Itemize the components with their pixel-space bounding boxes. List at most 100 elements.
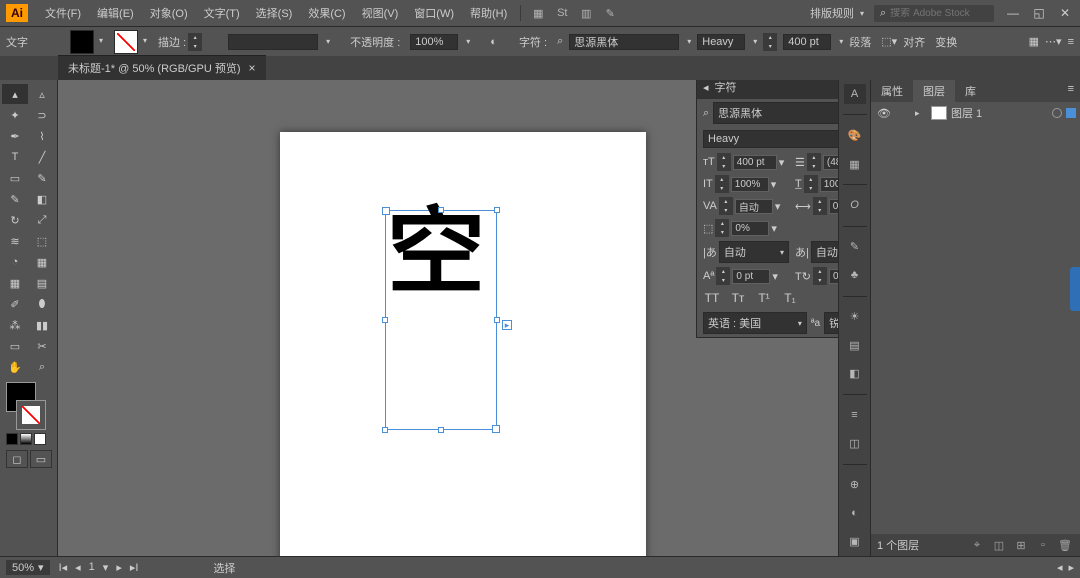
- line-tool[interactable]: ╱: [29, 147, 55, 167]
- new-layer-icon[interactable]: ▫: [1034, 539, 1052, 551]
- align-icon[interactable]: ⬚▾: [881, 35, 897, 48]
- column-graph-tool[interactable]: ▮▮: [29, 315, 55, 335]
- menu-file[interactable]: 文件(F): [38, 3, 88, 23]
- stroke-panel-icon[interactable]: ☀: [844, 306, 866, 326]
- tsume-input[interactable]: [731, 221, 769, 236]
- magic-wand-tool[interactable]: ✦: [2, 105, 28, 125]
- menu-select[interactable]: 选择(S): [249, 3, 300, 23]
- panel-menu-icon[interactable]: ≡: [1062, 80, 1080, 102]
- tab-close-icon[interactable]: ×: [249, 61, 256, 75]
- minimize-button[interactable]: —: [1004, 6, 1022, 20]
- font-weight-select[interactable]: Heavy▾: [703, 130, 838, 148]
- maximize-button[interactable]: ◱: [1030, 6, 1048, 20]
- tracking-input[interactable]: [829, 199, 838, 214]
- font-size-input[interactable]: [783, 34, 831, 50]
- slice-tool[interactable]: ✂: [29, 336, 55, 356]
- selection-tool[interactable]: ▴: [2, 84, 28, 104]
- align-panel-icon[interactable]: ≡: [844, 405, 866, 425]
- paintbrush-tool[interactable]: ✎: [29, 168, 55, 188]
- superscript-icon[interactable]: T¹: [755, 291, 773, 305]
- fill-swatch[interactable]: [70, 30, 94, 54]
- gpu-icon[interactable]: ✎: [601, 4, 619, 22]
- scroll-left-icon[interactable]: ◂: [1057, 561, 1063, 574]
- kerning-input[interactable]: [735, 199, 773, 214]
- panel-collapse-icon[interactable]: ◂: [703, 81, 709, 94]
- allcaps-icon[interactable]: TT: [703, 291, 721, 305]
- workspace-switcher[interactable]: 排版规则 ▾: [802, 3, 872, 23]
- hscale-input[interactable]: [820, 177, 838, 192]
- baseline-input[interactable]: [732, 269, 770, 284]
- color-mode[interactable]: [6, 433, 18, 445]
- new-sublayer-icon[interactable]: ⊞: [1012, 539, 1030, 552]
- stroke-swatch[interactable]: [114, 30, 138, 54]
- glyphs-panel-icon[interactable]: O: [844, 195, 866, 215]
- type-panel-icon[interactable]: A: [844, 84, 866, 104]
- target-icon[interactable]: [1052, 108, 1062, 118]
- gradient-mode[interactable]: [20, 433, 32, 445]
- arrange-icon[interactable]: ▥: [577, 4, 595, 22]
- none-mode[interactable]: [34, 433, 46, 445]
- disclosure-icon[interactable]: ▸: [915, 108, 927, 119]
- stock-icon[interactable]: St: [553, 4, 571, 22]
- recolor-icon[interactable]: ◐: [490, 36, 497, 48]
- panel-menu-icon[interactable]: ≡: [1068, 36, 1074, 48]
- layer-row[interactable]: 👁 ▸ 图层 1: [871, 102, 1080, 124]
- language-select[interactable]: 英语 : 美国▾: [703, 312, 807, 334]
- graphic-styles-icon[interactable]: ▣: [844, 532, 866, 552]
- scale-tool[interactable]: ⤢: [29, 210, 55, 230]
- fill-stroke-control[interactable]: [2, 382, 50, 430]
- pathfinder-panel-icon[interactable]: ◫: [844, 433, 866, 453]
- swatches-panel-icon[interactable]: ▦: [844, 154, 866, 174]
- stock-search-input[interactable]: [890, 8, 970, 19]
- menu-object[interactable]: 对象(O): [143, 3, 195, 23]
- eyedropper-tool[interactable]: ✐: [2, 294, 28, 314]
- hand-tool[interactable]: ✋: [2, 357, 28, 377]
- vscale-input[interactable]: [731, 177, 769, 192]
- screen-mode[interactable]: ▭: [30, 450, 52, 468]
- size-input[interactable]: [733, 155, 777, 170]
- stock-search[interactable]: ⌕: [874, 5, 994, 22]
- make-clip-icon[interactable]: ◫: [990, 539, 1008, 552]
- rectangle-tool[interactable]: ▭: [2, 168, 28, 188]
- opacity-input[interactable]: [410, 34, 458, 50]
- bridge-icon[interactable]: ▦: [529, 4, 547, 22]
- font-weight-input[interactable]: [697, 34, 745, 50]
- menu-effect[interactable]: 效果(C): [301, 3, 352, 23]
- delete-layer-icon[interactable]: 🗑: [1056, 539, 1074, 552]
- isolate-icon[interactable]: ▦: [1029, 35, 1039, 48]
- type-tool[interactable]: T: [2, 147, 28, 167]
- menu-window[interactable]: 窗口(W): [407, 3, 461, 23]
- tab-libraries[interactable]: 库: [955, 80, 986, 102]
- transform-link[interactable]: 变换: [935, 34, 957, 50]
- eraser-tool[interactable]: ◧: [29, 189, 55, 209]
- mesh-tool[interactable]: ▦: [2, 273, 28, 293]
- menu-view[interactable]: 视图(V): [355, 3, 406, 23]
- layer-name[interactable]: 图层 1: [951, 105, 1048, 121]
- gradient-tool[interactable]: ▤: [29, 273, 55, 293]
- document-tab[interactable]: 未标题-1* @ 50% (RGB/GPU 预览) ×: [58, 55, 266, 80]
- tab-layers[interactable]: 图层: [913, 80, 955, 102]
- font-family-input[interactable]: [569, 34, 679, 50]
- free-transform-tool[interactable]: ⬚: [29, 231, 55, 251]
- menu-type[interactable]: 文字(T): [197, 3, 247, 23]
- zoom-select[interactable]: 50%▾: [6, 560, 50, 575]
- scroll-right-icon[interactable]: ▸: [1068, 561, 1074, 574]
- antialias-select[interactable]: 锐化▾: [824, 312, 838, 334]
- canvas[interactable]: 空 ▸ ◂ 字符 ▸▸ ≡ ⌕ 思源黑体▾ Heavy▾: [58, 80, 838, 556]
- artboard-tool[interactable]: ▭: [2, 336, 28, 356]
- close-button[interactable]: ✕: [1056, 6, 1074, 20]
- symbols-panel-icon[interactable]: ♣: [844, 265, 866, 285]
- size-spinner[interactable]: ▴▾: [717, 153, 731, 171]
- leading-input[interactable]: [823, 155, 838, 170]
- menu-edit[interactable]: 编辑(E): [90, 3, 141, 23]
- paragraph-link[interactable]: 段落: [849, 34, 871, 50]
- gradient-panel-icon[interactable]: ▤: [844, 335, 866, 355]
- stroke-color[interactable]: [16, 400, 46, 430]
- selection-indicator[interactable]: [1066, 108, 1076, 118]
- locate-icon[interactable]: ⌖: [968, 539, 986, 552]
- menu-help[interactable]: 帮助(H): [463, 3, 514, 23]
- shape-builder-tool[interactable]: ◔: [2, 252, 28, 272]
- transform-panel-icon[interactable]: ⊕: [844, 475, 866, 495]
- aki-before-select[interactable]: 自动▾: [719, 241, 789, 263]
- draw-normal[interactable]: ◻: [6, 450, 28, 468]
